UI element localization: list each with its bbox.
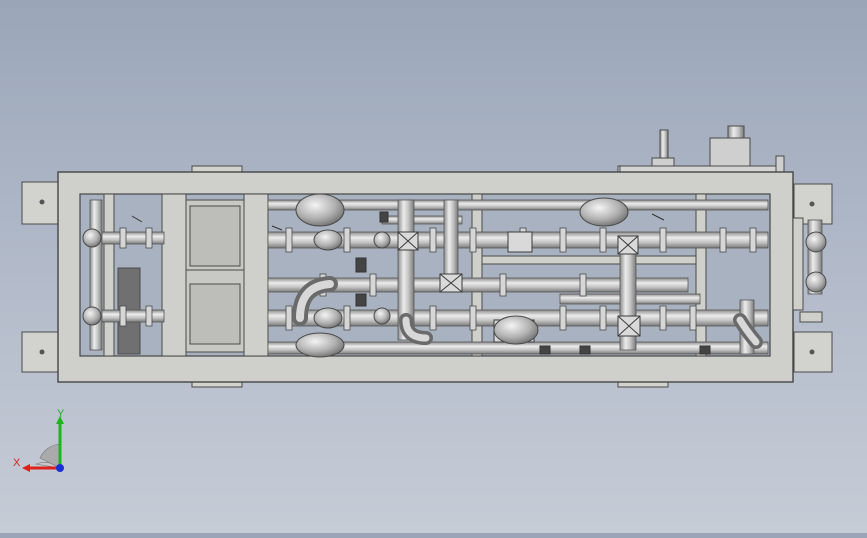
cad-viewport[interactable]: Y X: [0, 0, 867, 533]
y-axis-label: Y: [57, 408, 65, 420]
coordinate-triad-icon: Y X: [12, 408, 76, 478]
skid-assembly-drawing[interactable]: [0, 0, 867, 533]
x-axis-label: X: [13, 457, 21, 469]
top-fittings: [619, 125, 785, 175]
